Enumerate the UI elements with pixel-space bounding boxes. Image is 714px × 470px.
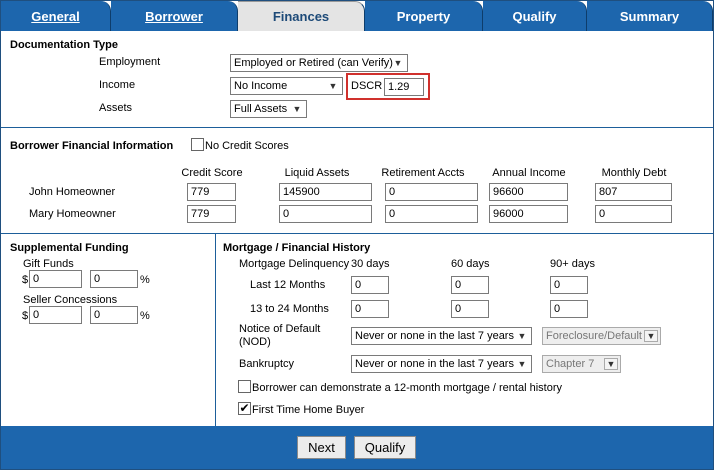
late-60-12m-input[interactable]: 0 [451,276,489,294]
dscr-input[interactable]: 1.29 [384,78,424,96]
liquid-assets-input[interactable]: 145900 [279,183,372,201]
tab-finances[interactable]: Finances [238,1,365,31]
no-credit-scores-checkbox[interactable] [191,138,204,151]
rental-history-label: Borrower can demonstrate a 12-month mort… [252,382,562,394]
bankruptcy-label: Bankruptcy [239,358,295,370]
last-12-months-label: Last 12 Months [250,279,326,291]
bankruptcy-type-select[interactable]: Chapter 7 ▼ [542,355,621,373]
borrower-name: John Homeowner [29,186,116,198]
col-60-days: 60 days [451,258,490,270]
col-retirement-accts: Retirement Accts [381,167,465,179]
tab-property[interactable]: Property [365,1,483,31]
tab-qualify[interactable]: Qualify [483,1,587,31]
seller-concessions-percent-input[interactable]: 0 [90,306,138,324]
assets-label: Assets [99,102,133,114]
rental-history-checkbox[interactable] [238,380,251,393]
nod-label: Notice of Default [239,323,321,335]
col-liquid-assets: Liquid Assets [284,167,350,179]
percent-sign: % [140,310,150,322]
first-time-buyer-label: First Time Home Buyer [252,404,365,416]
nod-type-select[interactable]: Foreclosure/Default ▼ [542,327,661,345]
mortgage-history-title: Mortgage / Financial History [223,242,371,254]
late-60-24m-input[interactable]: 0 [451,300,489,318]
chevron-down-icon: ▼ [604,358,618,370]
tab-general[interactable]: General [1,1,111,31]
assets-select[interactable]: Full Assets ▼ [230,100,307,118]
dollar-sign: $ [22,274,29,286]
next-button[interactable]: Next [297,436,346,459]
employment-label: Employment [99,56,161,68]
mortgage-delinquency-label: Mortgage Delinquency [239,258,350,270]
nod-select[interactable]: Never or none in the last 7 years ▼ [351,327,532,345]
liquid-assets-input[interactable]: 0 [279,205,372,223]
first-time-buyer-checkbox[interactable]: ✔ [238,402,251,415]
dollar-sign: $ [22,310,29,322]
late-30-24m-input[interactable]: 0 [351,300,389,318]
seller-concessions-label: Seller Concessions [23,294,118,306]
chevron-down-icon: ▼ [644,330,658,342]
borrower-financial-title: Borrower Financial Information [10,140,174,152]
late-90-12m-input[interactable]: 0 [550,276,588,294]
documentation-type-title: Documentation Type [10,39,118,51]
bankruptcy-select[interactable]: Never or none in the last 7 years ▼ [351,355,532,373]
chevron-down-icon: ▼ [328,81,338,91]
dscr-label: DSCR [351,80,383,92]
employment-select[interactable]: Employed or Retired (can Verify) ▼ [230,54,408,72]
col-annual-income: Annual Income [492,167,566,179]
credit-score-input[interactable]: 779 [187,183,236,201]
annual-income-input[interactable]: 96600 [489,183,568,201]
income-label: Income [99,79,136,91]
col-90-days: 90+ days [550,258,595,270]
divider [1,233,713,234]
chevron-down-icon: ▼ [393,58,403,68]
tab-borrower[interactable]: Borrower [111,1,238,31]
gift-funds-label: Gift Funds [23,258,74,270]
qualify-button[interactable]: Qualify [354,436,416,459]
late-90-24m-input[interactable]: 0 [550,300,588,318]
col-credit-score: Credit Score [181,167,243,179]
gift-funds-percent-input[interactable]: 0 [90,270,138,288]
late-30-12m-input[interactable]: 0 [351,276,389,294]
credit-score-input[interactable]: 779 [187,205,236,223]
divider [1,127,713,128]
monthly-debt-input[interactable]: 0 [595,205,672,223]
annual-income-input[interactable]: 96000 [489,205,568,223]
seller-concessions-amount-input[interactable]: 0 [29,306,82,324]
income-select[interactable]: No Income ▼ [230,77,343,95]
percent-sign: % [140,274,150,286]
chevron-down-icon: ▼ [517,331,527,341]
finances-window: General Borrower Finances Property Quali… [0,0,714,470]
tab-summary[interactable]: Summary [587,1,713,31]
tab-bar: General Borrower Finances Property Quali… [1,1,713,31]
nod-label-abbr: (NOD) [239,336,271,348]
chevron-down-icon: ▼ [517,359,527,369]
13-to-24-months-label: 13 to 24 Months [250,303,329,315]
supplemental-funding-title: Supplemental Funding [10,242,129,254]
chevron-down-icon: ▼ [292,104,302,114]
retirement-accts-input[interactable]: 0 [385,205,478,223]
col-monthly-debt: Monthly Debt [601,167,667,179]
gift-funds-amount-input[interactable]: 0 [29,270,82,288]
borrower-name: Mary Homeowner [29,208,116,220]
retirement-accts-input[interactable]: 0 [385,183,478,201]
monthly-debt-input[interactable]: 807 [595,183,672,201]
bottom-toolbar: Next Qualify [1,426,713,469]
col-30-days: 30 days [351,258,390,270]
no-credit-scores-label: No Credit Scores [205,140,289,152]
divider [215,233,216,427]
